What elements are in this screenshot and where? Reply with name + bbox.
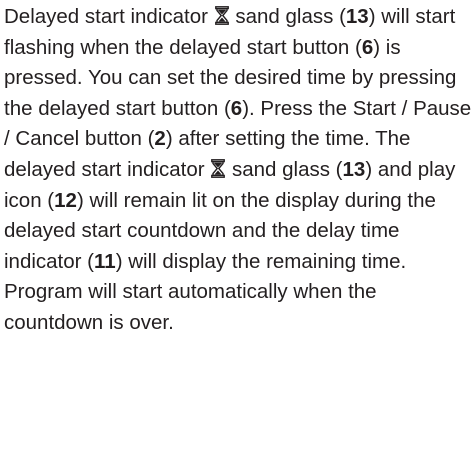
- reference-number: 13: [342, 157, 366, 181]
- text-segment: sand glass (: [231, 157, 343, 181]
- reference-number: 13: [345, 5, 369, 28]
- hourglass-icon: [214, 6, 229, 25]
- text-segment: sand glass (: [235, 5, 346, 28]
- instruction-paragraph: Delayed start indicator sand glass (13) …: [4, 2, 472, 339]
- reference-number: 2: [154, 127, 166, 151]
- reference-number: 11: [94, 249, 116, 273]
- text-segment: Delayed start indicator: [4, 5, 208, 28]
- reference-number: 12: [54, 188, 77, 212]
- reference-number: 6: [230, 96, 243, 120]
- hourglass-icon: [211, 159, 226, 178]
- reference-number: 6: [361, 35, 374, 59]
